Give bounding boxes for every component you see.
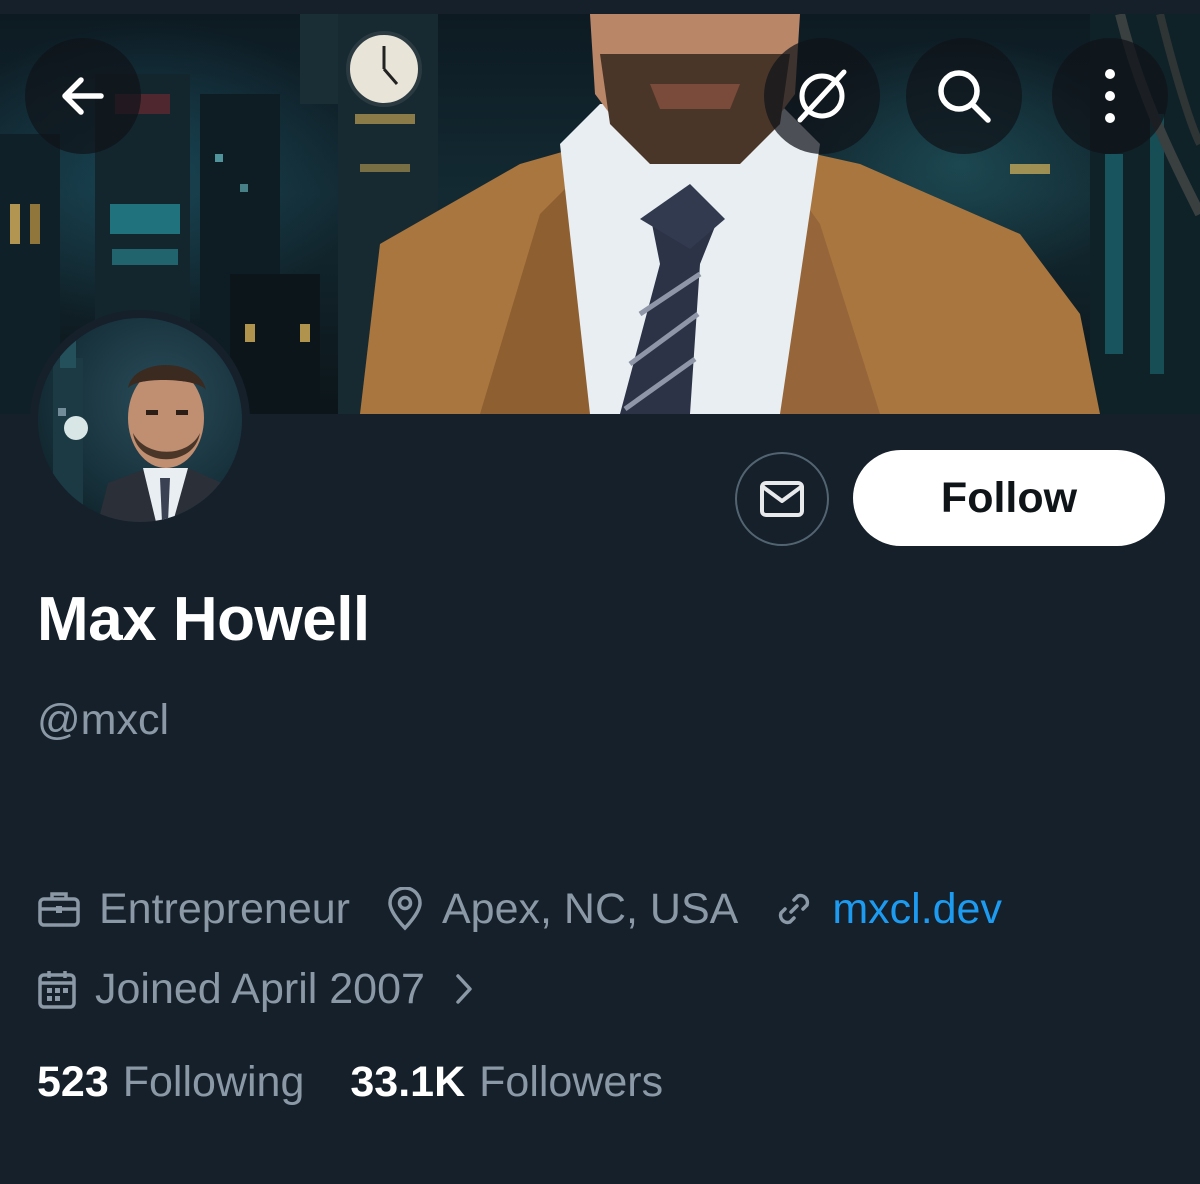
followers-label: Followers — [479, 1058, 664, 1106]
avatar-image — [38, 318, 242, 522]
arrow-left-icon — [62, 77, 104, 115]
briefcase-icon — [37, 889, 81, 929]
joined-text: Joined April 2007 — [95, 964, 425, 1013]
calendar-icon — [37, 968, 77, 1010]
followers-link[interactable]: 33.1K Followers — [350, 1058, 663, 1107]
website[interactable]: mxcl.dev — [774, 885, 1002, 934]
location: Apex, NC, USA — [386, 885, 738, 934]
location-pin-icon — [386, 887, 424, 931]
search-icon — [938, 70, 991, 123]
occupation: Entrepreneur — [37, 885, 350, 934]
follow-button[interactable]: Follow — [853, 450, 1165, 546]
avatar[interactable] — [30, 310, 250, 530]
back-button[interactable] — [25, 38, 141, 154]
joined-row[interactable]: Joined April 2007 — [37, 961, 493, 1017]
chevron-right-icon — [453, 971, 475, 1007]
location-text: Apex, NC, USA — [442, 884, 739, 933]
status-strip — [0, 0, 1200, 14]
link-icon — [774, 889, 814, 929]
occupation-text: Entrepreneur — [99, 884, 350, 933]
profile-handle: @mxcl — [37, 696, 170, 744]
following-link[interactable]: 523 Following — [37, 1058, 304, 1107]
following-count: 523 — [37, 1058, 109, 1106]
grok-icon — [797, 69, 847, 123]
follow-stats: 523 Following 33.1K Followers — [37, 1058, 709, 1107]
profile-name: Max Howell — [37, 585, 370, 654]
profile-meta-row: Entrepreneur Apex, NC, USA mxcl.dev — [37, 881, 1038, 937]
more-vertical-icon — [1105, 69, 1115, 123]
followers-count: 33.1K — [350, 1058, 466, 1106]
message-button[interactable] — [735, 452, 829, 546]
following-label: Following — [122, 1058, 305, 1106]
website-link[interactable]: mxcl.dev — [832, 885, 1002, 934]
envelope-icon — [760, 481, 804, 517]
search-button[interactable] — [906, 38, 1022, 154]
grok-button[interactable] — [764, 38, 880, 154]
more-options-button[interactable] — [1052, 38, 1168, 154]
